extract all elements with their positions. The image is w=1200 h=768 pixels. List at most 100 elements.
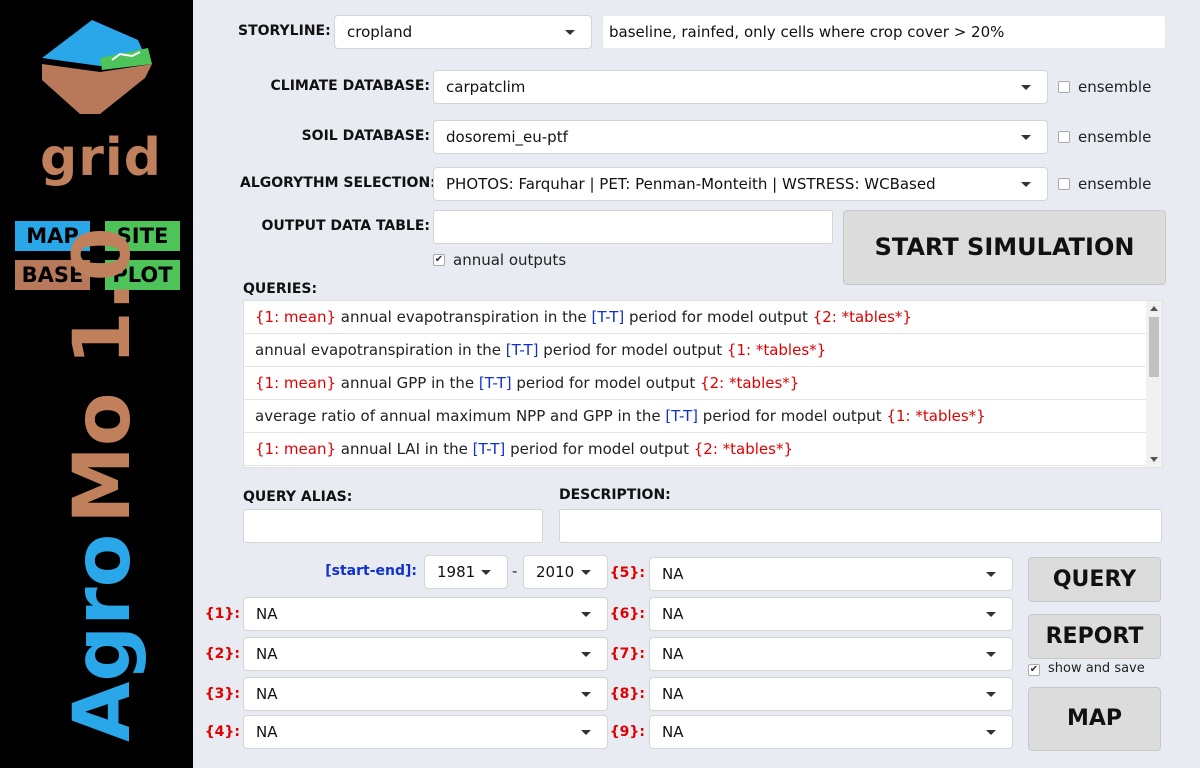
queries-list[interactable]: {1: mean} annual evapotranspiration in t…: [243, 300, 1163, 468]
param-8-select[interactable]: NA: [649, 677, 1013, 711]
param-3-select[interactable]: NA: [243, 677, 608, 711]
period-end-select[interactable]: 2010: [523, 555, 608, 589]
param-5-value: NA: [662, 565, 684, 583]
param-6-label: {6}:: [609, 606, 645, 622]
period-start-select[interactable]: 1981: [424, 555, 508, 589]
query-text-segment: [T-T]: [591, 308, 625, 326]
period-separator: -: [512, 562, 518, 580]
query-row[interactable]: average ratio of annual maximum NPP and …: [244, 400, 1147, 433]
chevron-down-icon: [1021, 182, 1031, 187]
query-text-segment: annual GPP in the: [336, 374, 479, 392]
soil-ensemble-checkbox[interactable]: [1058, 131, 1070, 143]
query-text-segment: {1: mean}: [255, 374, 336, 392]
sidebar: grid MAP SITE BASE PLOT AgroMo 1.0: [0, 0, 193, 768]
soil-database-value: dosoremi_eu-ptf: [446, 128, 568, 146]
brand-part1: Agro: [58, 533, 148, 742]
param-5-label: {5}:: [609, 565, 645, 581]
query-row[interactable]: {1: mean} annual LAI in the [T-T] period…: [244, 433, 1147, 466]
param-4-value: NA: [256, 723, 278, 741]
description-input[interactable]: [559, 509, 1162, 543]
query-text-segment: period for model output: [624, 308, 813, 326]
query-text-segment: [T-T]: [665, 407, 699, 425]
param-7-value: NA: [662, 645, 684, 663]
scroll-down-icon[interactable]: [1150, 457, 1158, 462]
algorithm-ensemble-checkbox[interactable]: [1058, 178, 1070, 190]
query-text-segment: {2: *tables*}: [700, 374, 800, 392]
start-simulation-button[interactable]: START SIMULATION: [843, 210, 1166, 285]
storyline-label: STORYLINE:: [238, 23, 331, 39]
storyline-description: baseline, rainfed, only cells where crop…: [602, 15, 1166, 49]
param-4-select[interactable]: NA: [243, 715, 608, 749]
param-8-label: {8}:: [609, 686, 645, 702]
algorithm-selection-label: ALGORYTHM SELECTION:: [240, 175, 436, 191]
chevron-down-icon: [581, 612, 591, 617]
description-label: DESCRIPTION:: [559, 487, 671, 503]
query-text-segment: [T-T]: [472, 440, 506, 458]
param-5-select[interactable]: NA: [649, 557, 1013, 591]
query-text-segment: annual evapotranspiration in the: [336, 308, 592, 326]
annual-outputs-label: annual outputs: [453, 251, 567, 269]
query-text-segment: {2: *tables*}: [812, 308, 912, 326]
query-row[interactable]: {1: mean} annual evapotranspiration in t…: [244, 301, 1147, 334]
query-button[interactable]: QUERY: [1028, 557, 1161, 602]
query-text-segment: {1: *tables*}: [726, 341, 827, 359]
period-start-value: 1981: [437, 563, 476, 581]
param-2-value: NA: [256, 645, 278, 663]
param-4-label: {4}:: [204, 724, 240, 740]
map-button[interactable]: MAP: [1028, 687, 1161, 751]
query-text-segment: [T-T]: [505, 341, 539, 359]
climate-ensemble-checkbox[interactable]: [1058, 81, 1070, 93]
query-text-segment: annual evapotranspiration in the: [255, 341, 506, 359]
query-text-segment: average ratio of annual maximum NPP and …: [255, 407, 666, 425]
annual-outputs-checkbox[interactable]: ✔: [433, 254, 445, 266]
param-9-label: {9}:: [609, 724, 645, 740]
report-button[interactable]: REPORT: [1028, 614, 1161, 659]
param-6-value: NA: [662, 605, 684, 623]
query-row[interactable]: {1: mean} annual GPP in the [T-T] period…: [244, 367, 1147, 400]
param-8-value: NA: [662, 685, 684, 703]
param-6-select[interactable]: NA: [649, 597, 1013, 631]
query-text-segment: period for model output: [505, 440, 694, 458]
climate-database-select[interactable]: carpatclim: [433, 70, 1048, 104]
param-7-label: {7}:: [609, 646, 645, 662]
param-9-select[interactable]: NA: [649, 715, 1013, 749]
chevron-down-icon: [581, 730, 591, 735]
chevron-down-icon: [986, 692, 996, 697]
storyline-select[interactable]: cropland: [334, 15, 592, 49]
algorithm-selection-value: PHOTOS: Farquhar | PET: Penman-Monteith …: [446, 175, 936, 193]
agromo-grid-logo: [42, 20, 152, 114]
param-2-label: {2}:: [204, 646, 240, 662]
query-text-segment: {1: mean}: [255, 308, 336, 326]
climate-database-value: carpatclim: [446, 78, 526, 96]
chevron-down-icon: [581, 570, 591, 575]
logo-wordmark: grid: [40, 128, 162, 188]
scroll-thumb[interactable]: [1149, 317, 1159, 377]
query-text-segment: period for model output: [511, 374, 701, 392]
param-1-label: {1}:: [204, 606, 240, 622]
chevron-down-icon: [581, 692, 591, 697]
query-text-segment: annual LAI in the: [336, 440, 473, 458]
param-1-select[interactable]: NA: [243, 597, 608, 631]
chevron-down-icon: [481, 570, 491, 575]
param-3-value: NA: [256, 685, 278, 703]
chevron-down-icon: [1021, 135, 1031, 140]
scroll-up-icon[interactable]: [1150, 306, 1158, 311]
query-text-segment: {2: *tables*}: [693, 440, 793, 458]
query-alias-input[interactable]: [243, 509, 543, 543]
show-and-save-checkbox[interactable]: ✔: [1028, 664, 1040, 676]
param-7-select[interactable]: NA: [649, 637, 1013, 671]
query-text-segment: [T-T]: [478, 374, 512, 392]
query-text-segment: {1: *tables*}: [886, 407, 986, 425]
param-2-select[interactable]: NA: [243, 637, 608, 671]
query-row[interactable]: annual evapotranspiration in the [T-T] p…: [244, 334, 1147, 367]
climate-database-label: CLIMATE DATABASE:: [270, 78, 431, 94]
chevron-down-icon: [986, 652, 996, 657]
show-and-save-label: show and save: [1048, 661, 1145, 676]
soil-database-select[interactable]: dosoremi_eu-ptf: [433, 120, 1048, 154]
query-text-segment: {1: mean}: [255, 440, 336, 458]
chevron-down-icon: [986, 730, 996, 735]
output-data-table-input[interactable]: [433, 210, 833, 244]
chevron-down-icon: [986, 612, 996, 617]
queries-scrollbar[interactable]: [1146, 301, 1162, 467]
algorithm-selection-select[interactable]: PHOTOS: Farquhar | PET: Penman-Monteith …: [433, 167, 1048, 201]
